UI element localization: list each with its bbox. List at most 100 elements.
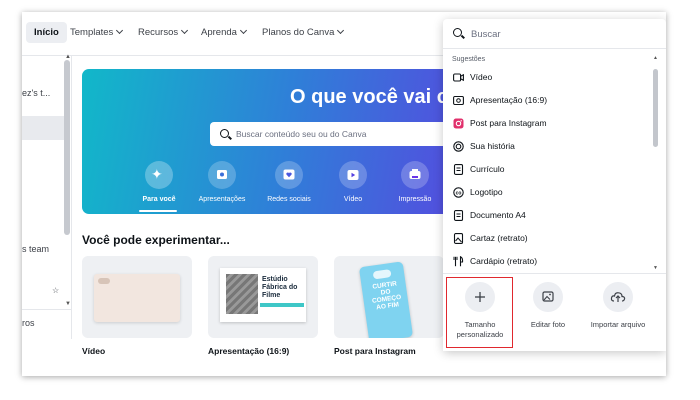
sidebar-bottom: ros [22,309,72,339]
nav-item-templates[interactable]: Templates [70,26,124,38]
printer-icon [401,161,429,189]
search-dropdown: Buscar Sugestões Vídeo Apresentação (16:… [443,19,666,351]
search-placeholder: Buscar [471,29,501,40]
card-label[interactable]: Vídeo [82,346,105,356]
presentation-thumbnail: Estúdio Fábrica do Filme [220,268,306,322]
custom-size-button[interactable]: Tamanho personalizado [450,282,510,340]
thumbnail-text: Estúdio Fábrica do Filme [262,276,298,299]
nav-item-recursos[interactable]: Recursos [138,26,189,38]
thumbnail-photo [226,274,258,314]
category-redes-sociais[interactable]: Redes sociais [262,161,316,203]
logo-icon: co [453,187,464,198]
story-icon [453,141,464,152]
hero-title: O que você vai cr [290,86,456,108]
chevron-down-icon [181,26,189,35]
upload-cloud-icon [603,282,633,312]
nav-label: Aprenda [201,27,237,38]
heart-icon [275,161,303,189]
video-thumbnail [94,274,180,322]
suggestion-label: Apresentação (16:9) [470,95,548,105]
poster-icon [453,233,464,244]
suggestion-label: Post para Instagram [470,118,547,128]
sparkle-icon: ✦ [145,161,173,189]
suggestion-video[interactable]: Vídeo [443,66,648,89]
team-name[interactable]: ez's t... [22,88,50,98]
card-label[interactable]: Apresentação (16:9) [208,346,289,356]
suggestion-label: Cartaz (retrato) [470,233,528,243]
sidebar-selected-item[interactable] [22,116,64,140]
sidebar-scrollbar[interactable] [64,60,70,235]
suggestion-curriculo[interactable]: Currículo [443,158,648,181]
suggestion-presentation[interactable]: Apresentação (16:9) [443,89,648,112]
suggestion-label: Sua história [470,141,515,151]
search-input[interactable]: Buscar [443,19,666,49]
nav-label: Templates [70,27,114,38]
presentation-icon [208,161,236,189]
sidebar-item-team[interactable]: s team [22,244,49,254]
app-window: Início Templates Recursos Aprenda Planos… [22,12,666,376]
search-icon [453,28,462,37]
category-label: Redes sociais [267,196,311,203]
template-card-video[interactable] [82,256,192,338]
template-card-instagram[interactable]: CURTIR DO COMEÇO AO FIM [334,256,444,338]
presentation-icon [453,95,464,106]
quick-action-label: Editar foto [530,320,566,329]
suggestion-logotipo[interactable]: co Logotipo [443,181,648,204]
suggestion-label: Documento A4 [470,210,526,220]
category-label: Para você [142,196,176,203]
nav-item-aprenda[interactable]: Aprenda [201,26,247,38]
scroll-up-arrow-icon[interactable]: ▲ [65,54,71,60]
nav-label: Início [34,27,59,38]
search-icon [220,129,229,138]
suggestion-documento-a4[interactable]: Documento A4 [443,204,648,227]
edit-photo-button[interactable]: Editar foto [518,282,578,330]
suggestions-heading: Sugestões [452,56,486,63]
scroll-down-arrow-icon[interactable]: ▼ [653,265,658,271]
chevron-down-icon [239,26,247,35]
suggestion-cardapio[interactable]: Cardápio (retrato) [443,250,648,273]
hero-search-placeholder: Buscar conteúdo seu ou do Canva [236,129,367,139]
chevron-down-icon [337,26,345,35]
thumbnail-text: CURTIR DO COMEÇO AO FIM [371,280,402,312]
category-label: Impressão [398,196,432,203]
suggestion-label: Currículo [470,164,505,174]
svg-text:co: co [456,190,462,196]
chevron-down-icon [116,26,124,35]
plus-icon [465,282,495,312]
suggestion-story[interactable]: Sua história [443,135,648,158]
import-file-button[interactable]: Importar arquivo [586,282,650,330]
document-icon [453,210,464,221]
thumbnail-accent-bar [260,303,304,307]
suggestion-cartaz[interactable]: Cartaz (retrato) [443,227,648,250]
category-para-voce[interactable]: ✦ Para você [139,161,179,203]
nav-label: Planos do Canva [262,27,335,38]
document-icon [453,164,464,175]
thumbnail-shape [372,269,392,280]
quick-actions: Tamanho personalizado Editar foto Import… [443,273,666,351]
quick-action-label: Importar arquivo [590,320,646,329]
sidebar: ez's t... ▲ ▼ s team ☆ ros [22,54,72,339]
nav-item-planos[interactable]: Planos do Canva [262,26,345,38]
card-label[interactable]: Post para Instagram [334,346,416,356]
sidebar-item-bottom[interactable]: ros [22,318,35,328]
thumbnail-badge [98,278,110,284]
star-icon[interactable]: ☆ [52,286,59,295]
category-label: Vídeo [343,196,363,203]
section-title: Você pode experimentar... [82,233,230,247]
category-apresentacoes[interactable]: Apresentações [193,161,251,203]
scroll-up-arrow-icon[interactable]: ▲ [653,55,658,61]
video-icon [453,72,464,83]
quick-action-label: Tamanho personalizado [456,320,504,339]
suggestion-instagram[interactable]: Post para Instagram [443,112,648,135]
nav-item-inicio[interactable]: Início [26,22,67,43]
scroll-down-arrow-icon[interactable]: ▼ [65,301,71,307]
category-video[interactable]: Vídeo [335,161,371,203]
dropdown-scrollbar[interactable] [653,69,658,147]
category-impressao[interactable]: Impressão [392,161,438,203]
image-edit-icon [533,282,563,312]
menu-icon [453,256,464,267]
category-label: Apresentações [198,196,246,203]
suggestion-label: Logotipo [470,187,503,197]
template-card-presentation[interactable]: Estúdio Fábrica do Filme [208,256,318,338]
nav-label: Recursos [138,27,179,38]
